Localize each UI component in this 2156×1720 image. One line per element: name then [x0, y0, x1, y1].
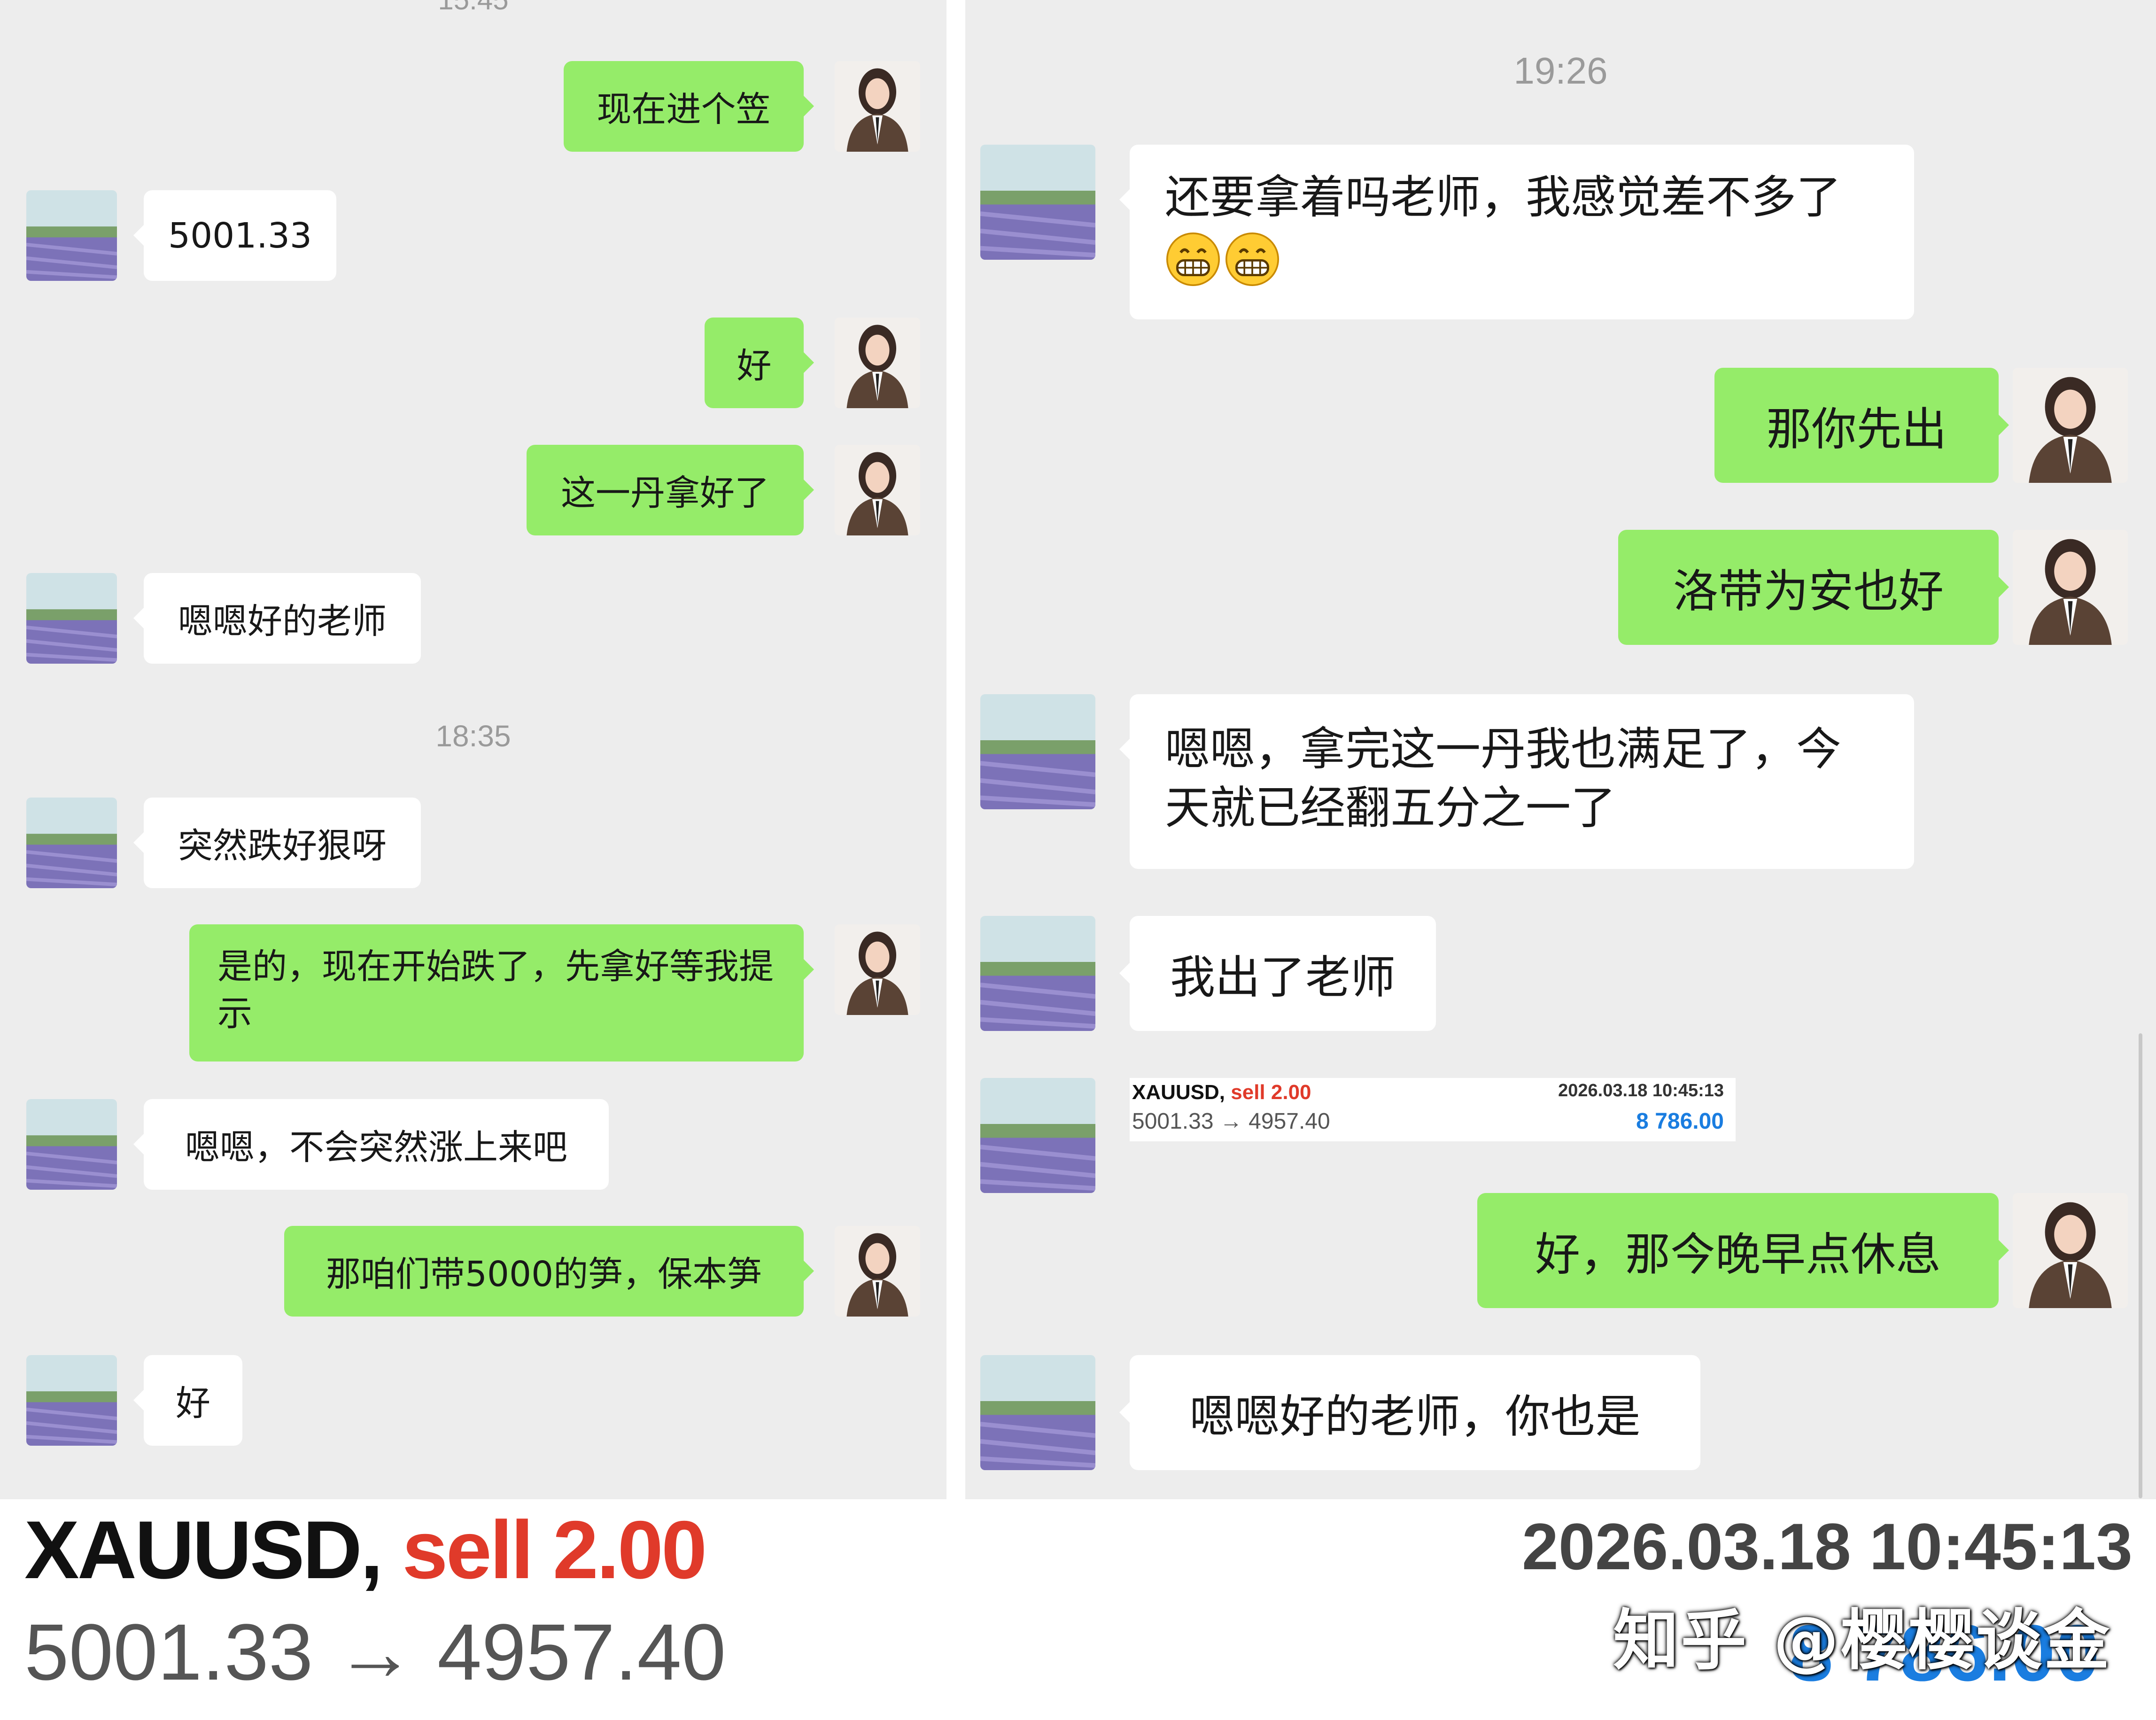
teacher-avatar[interactable]	[2013, 1193, 2128, 1308]
trade-direction: sell 2.00	[1231, 1081, 1311, 1104]
teacher-avatar[interactable]	[835, 924, 920, 1015]
message-text: 是的，现在开始跌了，先拿好等我提示	[217, 946, 774, 1034]
message-bubble-outgoing[interactable]: 这一丹拿好了	[527, 445, 814, 535]
teacher-portrait-icon	[835, 1226, 920, 1317]
lavender-field-icon	[26, 1355, 117, 1446]
teacher-avatar[interactable]	[2013, 530, 2128, 645]
message-text: 嗯嗯好的老师	[178, 601, 387, 642]
chat-panel-right[interactable]: 19:26 还要拿着吗老师，我感觉差不多了 那你先出 洛带为安也好 嗯嗯，拿完这…	[965, 0, 2156, 1499]
message-bubble-incoming[interactable]: 嗯嗯，不会突然涨上来吧	[133, 1099, 609, 1190]
message-text: 嗯嗯，不会突然涨上来吧	[185, 1127, 567, 1168]
message-text: 5001.33	[168, 215, 312, 256]
scrollbar[interactable]	[2139, 1033, 2142, 1498]
teacher-portrait-icon	[2013, 368, 2128, 483]
grinning-face-icon	[1166, 232, 1220, 286]
lavender-field-icon	[980, 145, 1095, 260]
lavender-field-icon	[26, 798, 117, 888]
message-text: 突然跌好狠呀	[178, 826, 387, 866]
message-text: 嗯嗯，拿完这一丹我也满足了，今天就已经翻五分之一了	[1165, 723, 1841, 834]
client-avatar[interactable]	[26, 1099, 117, 1190]
teacher-portrait-icon	[835, 318, 920, 408]
trade-symbol: XAUUSD, sell 2.00	[24, 1504, 707, 1596]
message-text: 那咱们带5000的笋，保本笋	[326, 1254, 762, 1294]
message-text: 我出了老师	[1170, 951, 1396, 1004]
message-bubble-incoming[interactable]: 突然跌好狠呀	[133, 798, 421, 888]
teacher-avatar[interactable]	[835, 1226, 920, 1317]
chat-panel-left[interactable]: 15:45 现在进个笠 5001.33 好 这一丹拿好了	[0, 0, 946, 1499]
client-avatar[interactable]	[980, 1078, 1095, 1193]
message-text: 好	[176, 1383, 210, 1424]
client-avatar[interactable]	[26, 1355, 117, 1446]
teacher-portrait-icon	[835, 61, 920, 152]
teacher-portrait-icon	[835, 924, 920, 1015]
grinning-face-icon	[1225, 232, 1279, 286]
message-bubble-incoming[interactable]: 还要拿着吗老师，我感觉差不多了	[1119, 145, 1914, 319]
teacher-portrait-icon	[2013, 530, 2128, 645]
message-text: 洛带为安也好	[1673, 565, 1944, 618]
lavender-field-icon	[980, 694, 1095, 809]
trade-datetime: 2026.03.18 10:45:13	[1522, 1510, 2133, 1583]
client-avatar[interactable]	[26, 573, 117, 664]
message-bubble-incoming[interactable]: 5001.33	[133, 190, 336, 281]
trade-price-move: 5001.33 → 4957.40	[24, 1608, 726, 1697]
message-bubble-outgoing[interactable]: 洛带为安也好	[1618, 530, 2009, 645]
teacher-portrait-icon	[2013, 1193, 2128, 1308]
lavender-field-icon	[26, 573, 117, 664]
client-avatar[interactable]	[26, 190, 117, 281]
client-avatar[interactable]	[980, 1355, 1095, 1470]
timestamp: 15:45	[0, 0, 946, 16]
message-text: 好，那今晚早点休息	[1535, 1228, 1941, 1281]
message-bubble-incoming[interactable]: 嗯嗯好的老师	[133, 573, 421, 664]
lavender-field-icon	[26, 1099, 117, 1190]
message-bubble-incoming[interactable]: 好	[133, 1355, 242, 1446]
message-bubble-outgoing[interactable]: 那咱们带5000的笋，保本笋	[284, 1226, 814, 1317]
teacher-portrait-icon	[835, 445, 920, 535]
teacher-avatar[interactable]	[835, 445, 920, 535]
timestamp: 18:35	[435, 719, 511, 753]
watermark: 知乎 @樱樱谈金	[1613, 1603, 2111, 1679]
teacher-avatar[interactable]	[2013, 368, 2128, 483]
trade-profit: 8 786.00	[1636, 1109, 1724, 1134]
message-text: 这一丹拿好了	[561, 473, 769, 513]
message-bubble-outgoing[interactable]: 好	[705, 318, 814, 408]
message-bubble-outgoing[interactable]: 是的，现在开始跌了，先拿好等我提示	[189, 924, 814, 1061]
client-avatar[interactable]	[980, 694, 1095, 809]
client-avatar[interactable]	[26, 798, 117, 888]
teacher-avatar[interactable]	[835, 61, 920, 152]
timestamp: 19:26	[1513, 50, 1608, 92]
lavender-field-icon	[26, 190, 117, 281]
lavender-field-icon	[980, 1355, 1095, 1470]
message-text: 还要拿着吗老师，我感觉差不多了	[1165, 171, 1841, 224]
message-text: 好	[737, 346, 772, 386]
trade-price-move: 5001.33 → 4957.40	[1132, 1109, 1330, 1134]
message-bubble-outgoing[interactable]: 那你先出	[1714, 368, 2009, 483]
teacher-avatar[interactable]	[835, 318, 920, 408]
message-bubble-outgoing[interactable]: 现在进个笠	[564, 61, 814, 152]
message-text: 那你先出	[1766, 403, 1947, 456]
client-avatar[interactable]	[980, 916, 1095, 1031]
trade-screenshot-message[interactable]: XAUUSD, sell 2.00 2026.03.18 10:45:13 50…	[1130, 1078, 1736, 1141]
client-avatar[interactable]	[980, 145, 1095, 260]
message-text: 嗯嗯好的老师，你也是	[1189, 1390, 1641, 1443]
message-text: 现在进个笠	[597, 89, 771, 130]
message-bubble-incoming[interactable]: 嗯嗯，拿完这一丹我也满足了，今天就已经翻五分之一了	[1119, 694, 1914, 869]
lavender-field-icon	[980, 916, 1095, 1031]
trade-direction: sell 2.00	[402, 1504, 707, 1596]
trade-datetime: 2026.03.18 10:45:13	[1558, 1081, 1724, 1100]
lavender-field-icon	[980, 1078, 1095, 1193]
trade-symbol: XAUUSD, sell 2.00	[1132, 1081, 1311, 1104]
message-bubble-incoming[interactable]: 嗯嗯好的老师，你也是	[1119, 1355, 1700, 1470]
message-bubble-incoming[interactable]: 我出了老师	[1119, 916, 1436, 1031]
message-bubble-outgoing[interactable]: 好，那今晚早点休息	[1477, 1193, 2009, 1308]
